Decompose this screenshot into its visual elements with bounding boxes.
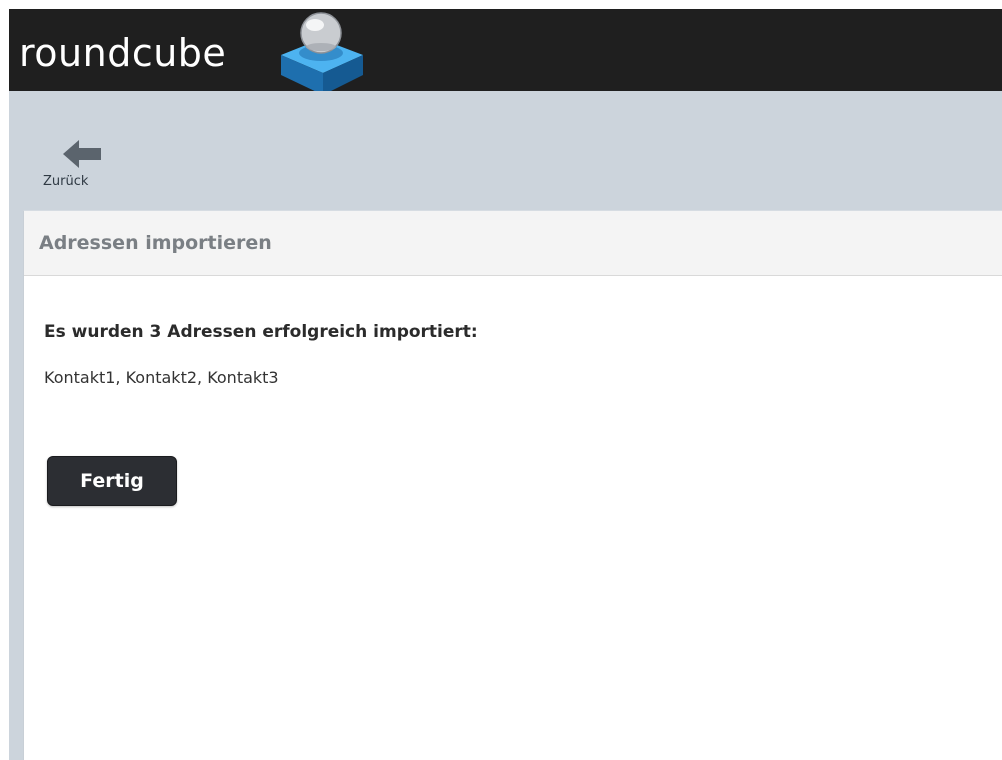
back-button-label[interactable]: Zurück [43, 174, 88, 189]
import-result-heading: Es wurden 3 Adressen erfolgreich importi… [44, 322, 478, 342]
arrow-left-icon [63, 140, 101, 168]
roundcube-cube-logo-icon [281, 12, 363, 95]
import-panel: Adressen importieren Es wurden 3 Adresse… [23, 210, 1002, 760]
roundcube-logo[interactable]: roundcube [9, 9, 379, 95]
panel-title: Adressen importieren [39, 232, 272, 254]
top-header: roundcube [9, 9, 1002, 95]
done-button[interactable]: Fertig [47, 456, 177, 506]
page: roundcube Zurück Adressen importieren Es… [0, 0, 1002, 760]
panel-header: Adressen importieren [24, 211, 1002, 276]
logo-text: roundcube [19, 31, 227, 75]
imported-contacts-list: Kontakt1, Kontakt2, Kontakt3 [44, 368, 279, 387]
